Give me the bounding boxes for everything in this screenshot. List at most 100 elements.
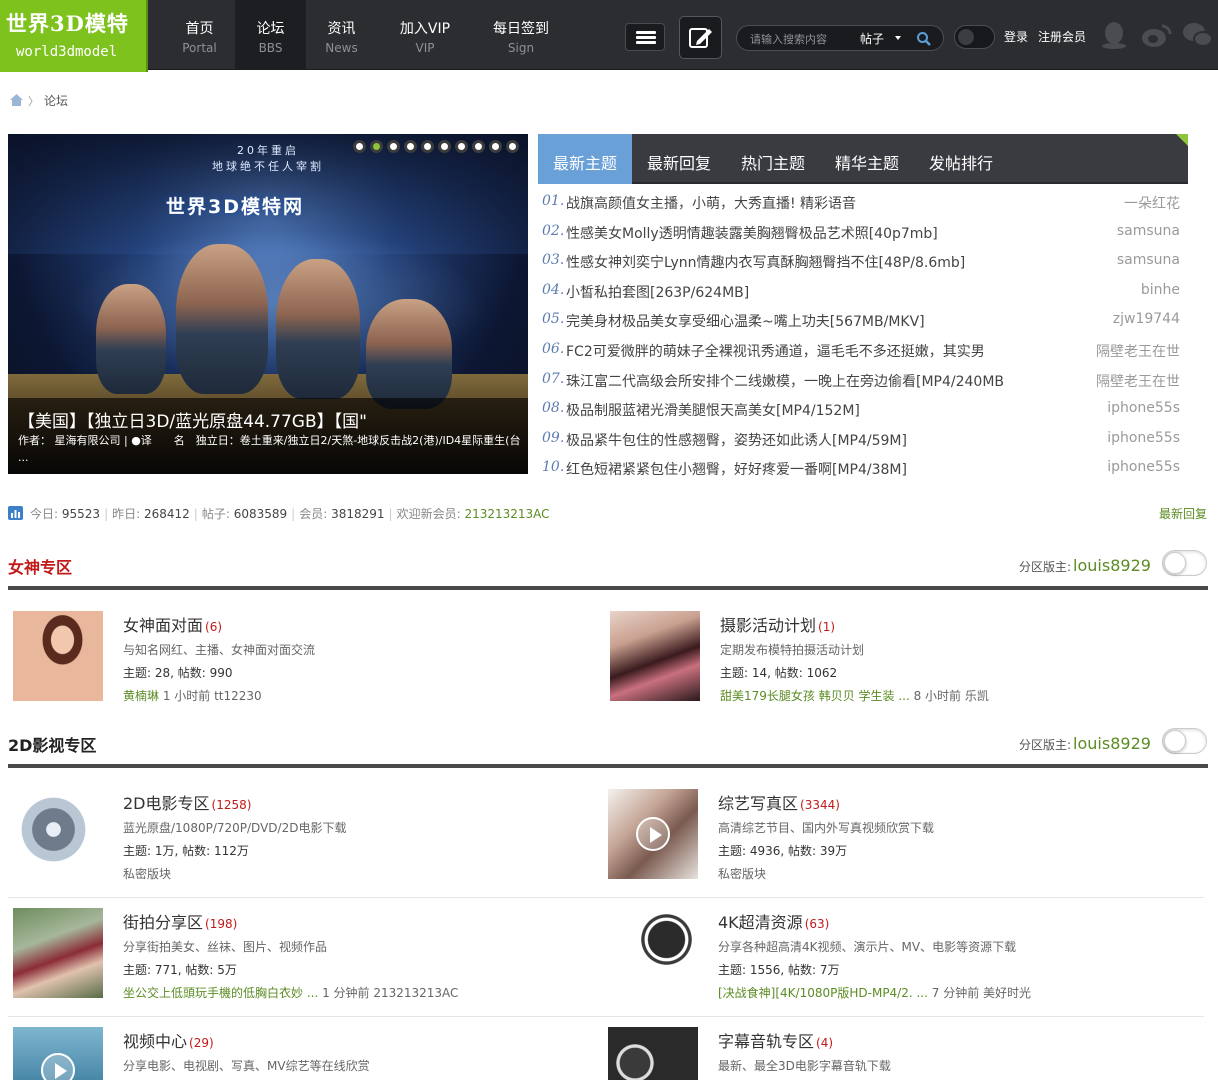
nav-portal[interactable]: 首页 Portal xyxy=(164,0,235,70)
forum-name[interactable]: 摄影活动计划 (1) xyxy=(720,612,835,636)
thread-title[interactable]: FC2可爱微胖的萌妹子全裸视讯秀通道，逼毛毛不多还挺嫩，其实男 xyxy=(566,341,985,361)
thread-author[interactable]: iphone55s xyxy=(1107,430,1180,446)
last-post-link[interactable]: [决战食神][4K/1080P版HD-MP4/2. ... xyxy=(718,986,928,1000)
site-logo[interactable]: 世界3D模特 world3dmodel xyxy=(0,0,148,72)
tab-latest-replies[interactable]: 最新回复 xyxy=(632,134,726,184)
forum-name[interactable]: 女神面对面 (6) xyxy=(123,612,222,636)
forum-thumbnail[interactable] xyxy=(610,611,700,701)
last-post-link[interactable]: 黄楠琳 xyxy=(123,689,159,703)
thread-row[interactable]: 02. 性感美女Molly透明情趣装露美胸翘臀极品艺术照[40p7mb] samsu… xyxy=(538,218,1188,248)
thread-author[interactable]: 隔壁老王在世 xyxy=(1096,341,1180,361)
nav-vip[interactable]: 加入VIP VIP xyxy=(377,0,473,70)
slider-dot[interactable] xyxy=(455,140,468,153)
theme-toggle[interactable] xyxy=(954,25,995,49)
qq-icon[interactable] xyxy=(1100,20,1128,50)
thread-row[interactable]: 05. 完美身材极品美女享受细心温柔~嘴上功夫[567MB/MKV] zjw1974… xyxy=(538,306,1188,336)
thread-row[interactable]: 09. 极品紧牛包住的性感翘臀，姿势还如此诱人[MP4/59M] iphone55s xyxy=(538,425,1188,455)
forum-name[interactable]: 视频中心 (29) xyxy=(123,1028,214,1052)
forum-thumbnail[interactable] xyxy=(13,908,103,998)
forum-item[interactable]: 2D电影专区 (1258) 蓝光原盘/1080P/720P/DVD/2D电影下载 … xyxy=(9,789,589,899)
forum-name[interactable]: 2D电影专区 (1258) xyxy=(123,790,251,814)
search-input[interactable]: 请输入搜索内容 xyxy=(750,31,827,47)
thread-author[interactable]: 一朵红花 xyxy=(1124,193,1180,213)
forum-item[interactable]: 街拍分享区 (198) 分享街拍美女、丝袜、图片、视频作品 主题: 771, 帖数… xyxy=(9,908,589,1018)
forum-name[interactable]: 字幕音轨专区 (4) xyxy=(718,1028,833,1052)
nav-news[interactable]: 资讯 News xyxy=(306,0,377,70)
forum-name[interactable]: 综艺写真区 (3344) xyxy=(718,790,840,814)
tab-hot-threads[interactable]: 热门主题 xyxy=(726,134,820,184)
forum-thumbnail[interactable] xyxy=(13,1027,103,1080)
slider-dot[interactable] xyxy=(472,140,485,153)
forum-thumbnail[interactable] xyxy=(608,908,698,998)
slider-dot[interactable] xyxy=(353,140,366,153)
forum-thumbnail[interactable] xyxy=(13,611,103,701)
thread-author[interactable]: 隔壁老王在世 xyxy=(1096,371,1180,391)
forum-item[interactable]: 摄影活动计划 (1) 定期发布模特拍摄活动计划 主题: 14, 帖数: 1062 … xyxy=(606,611,1186,721)
section-collapse-toggle[interactable] xyxy=(1162,550,1207,576)
thread-title[interactable]: 极品制服蓝裙光滑美腿恨天高美女[MP4/152M] xyxy=(566,400,860,420)
register-link[interactable]: 注册会员 xyxy=(1038,28,1086,45)
thread-author[interactable]: iphone55s xyxy=(1107,459,1180,475)
hamburger-menu-button[interactable] xyxy=(625,23,665,51)
thread-title[interactable]: 珠江富二代高级会所安排个二线嫩模，一晚上在旁边偷看[MP4/240MB xyxy=(566,371,1004,391)
thread-author[interactable]: iphone55s xyxy=(1107,400,1180,416)
slider-dot[interactable] xyxy=(438,140,451,153)
slider-caption-title[interactable]: 【美国】【独立日3D/蓝光原盘44.77GB】【国" xyxy=(18,407,367,432)
section-collapse-toggle[interactable] xyxy=(1162,728,1207,754)
thread-row[interactable]: 08. 极品制服蓝裙光滑美腿恨天高美女[MP4/152M] iphone55s xyxy=(538,395,1188,425)
thread-title[interactable]: 极品紧牛包住的性感翘臀，姿势还如此诱人[MP4/59M] xyxy=(566,430,907,450)
wechat-icon[interactable] xyxy=(1182,20,1214,50)
thread-row[interactable]: 06. FC2可爱微胖的萌妹子全裸视讯秀通道，逼毛毛不多还挺嫩，其实男 隔壁老王在世 xyxy=(538,336,1188,366)
forum-thumbnail[interactable] xyxy=(608,1027,698,1080)
nav-bbs[interactable]: 论坛 BBS xyxy=(235,0,306,70)
search-icon[interactable] xyxy=(916,31,932,47)
tab-post-ranking[interactable]: 发帖排行 xyxy=(914,134,1008,184)
section-title[interactable]: 女神专区 xyxy=(8,554,72,578)
forum-name[interactable]: 街拍分享区 (198) xyxy=(123,909,237,933)
slider-dot-active[interactable] xyxy=(370,140,383,153)
forum-item[interactable]: 综艺写真区 (3344) 高清综艺节目、国内外写真视频欣赏下载 主题: 4936,… xyxy=(604,789,1184,899)
thread-row[interactable]: 07. 珠江富二代高级会所安排个二线嫩模，一晚上在旁边偷看[MP4/240MB 隔壁… xyxy=(538,366,1188,396)
last-post-link[interactable]: 坐公交上低頭玩手機的低胸白衣妙 ... xyxy=(123,986,318,1000)
forum-item[interactable]: 字幕音轨专区 (4) 最新、最全3D电影字幕音轨下载 xyxy=(604,1027,1184,1080)
featured-slider[interactable]: 20年重启 地球绝不任人宰割 世界3D模特网 【美国】【独立日3D/蓝光原盘44… xyxy=(8,134,528,474)
forum-name[interactable]: 4K超清资源 (63) xyxy=(718,909,829,933)
search-box[interactable]: 请输入搜索内容 帖子 xyxy=(736,25,944,51)
thread-author[interactable]: zjw19744 xyxy=(1113,311,1180,327)
thread-title[interactable]: 性感美女Molly透明情趣装露美胸翘臀极品艺术照[40p7mb] xyxy=(566,223,938,243)
slider-dot[interactable] xyxy=(387,140,400,153)
moderator-user[interactable]: louis8929 xyxy=(1073,734,1151,753)
new-post-button[interactable] xyxy=(679,16,722,59)
login-link[interactable]: 登录 xyxy=(1004,28,1028,45)
thread-author[interactable]: samsuna xyxy=(1117,223,1180,239)
weibo-icon[interactable] xyxy=(1140,20,1172,50)
slider-dot[interactable] xyxy=(489,140,502,153)
last-post-link[interactable]: 甜美179长腿女孩 韩贝贝 学生装 ... xyxy=(720,689,910,703)
thread-row[interactable]: 01. 战旗高颜值女主播，小萌，大秀直播! 精彩语音 一朵红花 xyxy=(538,188,1188,218)
newest-member-link[interactable]: 213213213AC xyxy=(464,507,549,521)
slider-dot[interactable] xyxy=(421,140,434,153)
thread-title[interactable]: 完美身材极品美女享受细心温柔~嘴上功夫[567MB/MKV] xyxy=(566,311,925,331)
forum-item[interactable]: 4K超清资源 (63) 分享各种超高清4K视频、演示片、MV、电影等资源下载 主题… xyxy=(604,908,1184,1018)
home-icon[interactable] xyxy=(9,93,24,107)
tab-latest-threads[interactable]: 最新主题 xyxy=(538,134,632,184)
forum-item[interactable]: 视频中心 (29) 分享电影、电视剧、写真、MV综艺等在线欣赏 xyxy=(9,1027,589,1080)
thread-author[interactable]: samsuna xyxy=(1117,252,1180,268)
thread-title[interactable]: 战旗高颜值女主播，小萌，大秀直播! 精彩语音 xyxy=(566,193,856,213)
tab-digest-threads[interactable]: 精华主题 xyxy=(820,134,914,184)
nav-sign[interactable]: 每日签到 Sign xyxy=(473,0,569,70)
moderator-user[interactable]: louis8929 xyxy=(1073,556,1151,575)
breadcrumb-current[interactable]: 论坛 xyxy=(44,92,68,109)
thread-row[interactable]: 04. 小皙私拍套图[263P/624MB] binhe xyxy=(538,277,1188,307)
thread-author[interactable]: binhe xyxy=(1141,282,1180,298)
forum-thumbnail[interactable] xyxy=(13,789,103,879)
section-title[interactable]: 2D影视专区 xyxy=(8,732,96,756)
latest-replies-link[interactable]: 最新回复 xyxy=(1159,505,1207,522)
search-scope-select[interactable]: 帖子 xyxy=(860,30,884,47)
thread-row[interactable]: 03. 性感女神刘奕宁Lynn情趣内衣写真酥胸翘臀挡不住[48P/8.6mb] sa… xyxy=(538,247,1188,277)
slider-dot[interactable] xyxy=(404,140,417,153)
thread-row[interactable]: 10. 红色短裙紧紧包住小翘臀，好好疼爱一番啊[MP4/38M] iphone55s xyxy=(538,454,1188,484)
slider-dot[interactable] xyxy=(506,140,519,153)
thread-title[interactable]: 性感女神刘奕宁Lynn情趣内衣写真酥胸翘臀挡不住[48P/8.6mb] xyxy=(566,252,965,272)
forum-item[interactable]: 女神面对面 (6) 与知名网红、主播、女神面对面交流 主题: 28, 帖数: 99… xyxy=(9,611,589,721)
